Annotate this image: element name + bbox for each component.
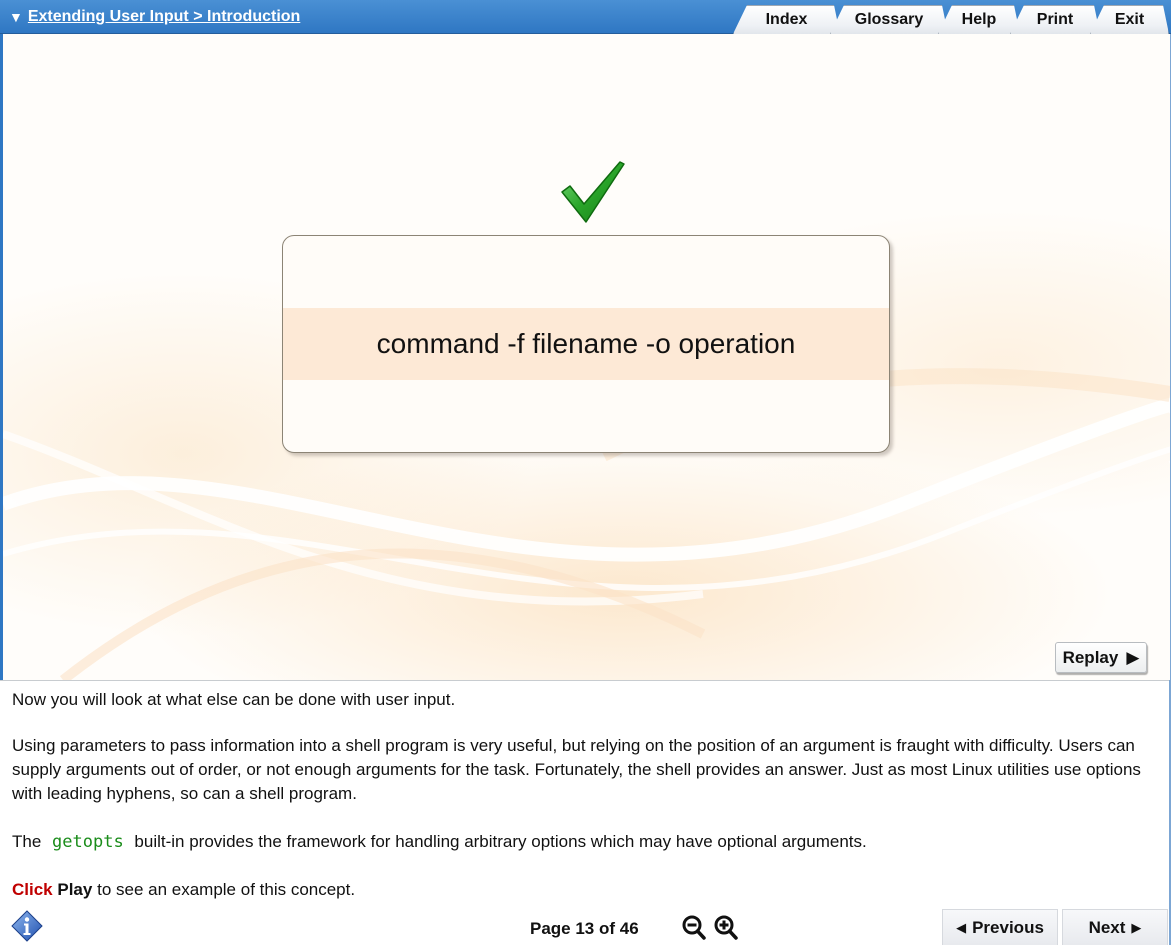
next-button[interactable]: Next ▶: [1062, 909, 1168, 945]
play-triangle-icon: ▶: [1126, 647, 1140, 667]
statement-text: command -f filename -o operation: [283, 308, 889, 380]
content-stage: command -f filename -o operation Replay …: [3, 34, 1170, 680]
play-keyword: Play: [57, 880, 93, 899]
p3-lead: The: [12, 832, 42, 851]
previous-arrow-icon: ◀: [956, 919, 967, 935]
code-getopts: getopts: [52, 832, 124, 852]
breadcrumb-link[interactable]: Extending User Input > Introduction: [28, 8, 300, 26]
zoom-out-icon[interactable]: [682, 915, 706, 941]
tab-bar: Index Glossary Help Print Exit: [733, 5, 1169, 34]
zoom-in-icon[interactable]: [714, 915, 738, 941]
tab-help[interactable]: Help: [938, 5, 1020, 34]
page-indicator: Page 13 of 46: [530, 919, 639, 938]
p4-tail: to see an example of this concept.: [97, 880, 356, 899]
narration-paragraph-1: Now you will look at what else can be do…: [12, 690, 456, 709]
divider: [0, 680, 1169, 681]
tab-print[interactable]: Print: [1010, 5, 1100, 34]
replay-label: Replay: [1062, 647, 1119, 667]
narration-paragraph-4: Click Play to see an example of this con…: [12, 878, 1152, 902]
collapse-triangle-icon[interactable]: ▼: [9, 9, 23, 25]
tab-exit[interactable]: Exit: [1090, 5, 1169, 34]
checkmark-icon: [561, 161, 625, 223]
previous-label: Previous: [972, 917, 1044, 937]
tab-index[interactable]: Index: [733, 5, 840, 34]
tab-glossary[interactable]: Glossary: [830, 5, 948, 34]
narration-paragraph-3: The getopts built-in provides the framew…: [12, 830, 1152, 854]
top-bar: ▼ Extending User Input > Introduction In…: [0, 0, 1171, 34]
info-icon[interactable]: [11, 910, 43, 942]
replay-button[interactable]: Replay ▶: [1055, 642, 1147, 673]
p3-tail: built-in provides the framework for hand…: [134, 832, 867, 851]
statement-card: command -f filename -o operation: [282, 235, 890, 453]
breadcrumb[interactable]: ▼ Extending User Input > Introduction: [9, 8, 300, 26]
next-arrow-icon: ▶: [1131, 919, 1142, 935]
click-keyword: Click: [12, 880, 53, 899]
previous-button[interactable]: ◀ Previous: [942, 909, 1058, 945]
narration-paragraph-2: Using parameters to pass information int…: [12, 736, 1141, 803]
next-label: Next: [1088, 917, 1126, 937]
